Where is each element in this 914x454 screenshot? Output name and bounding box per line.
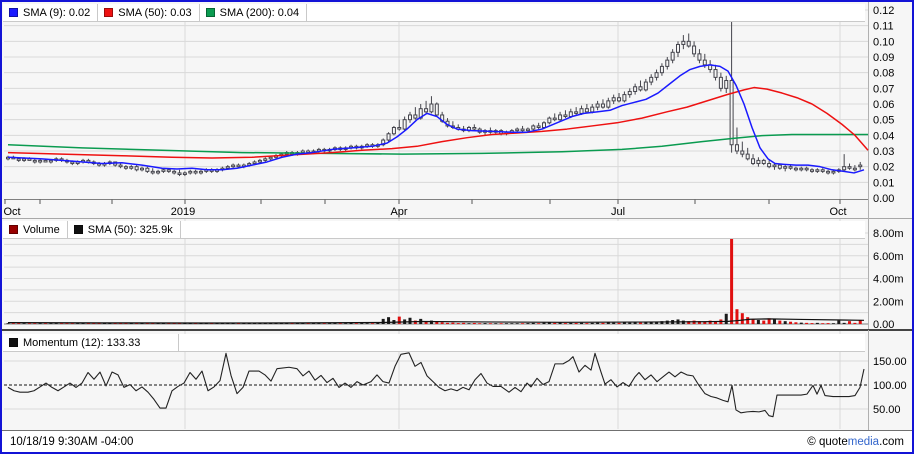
- momentum-legend: Momentum (12): 133.33: [3, 334, 865, 352]
- volume-panel: 0.00 2.00m 4.00m 6.00m 8.00m Volume SMA (50)…: [2, 218, 912, 330]
- svg-text:0.09: 0.09: [873, 52, 894, 64]
- volume-sma-swatch-icon: [74, 225, 83, 234]
- timestamp: 10/18/19 9:30AM -04:00: [10, 436, 133, 448]
- svg-text:0.01: 0.01: [873, 177, 894, 189]
- svg-text:Oct: Oct: [829, 206, 846, 218]
- volume-swatch-icon: [9, 225, 18, 234]
- sma9-label: SMA (9): 0.02: [23, 7, 90, 19]
- legend-sma50: SMA (50): 0.03: [98, 4, 199, 21]
- svg-text:2019: 2019: [171, 206, 195, 218]
- price-legend: SMA (9): 0.02 SMA (50): 0.03 SMA (200): …: [3, 4, 865, 22]
- volume-legend: Volume SMA (50): 325.9k: [3, 221, 865, 239]
- svg-text:100.00: 100.00: [873, 380, 907, 392]
- legend-volume-sma: SMA (50): 325.9k: [68, 221, 181, 238]
- svg-text:0.00: 0.00: [873, 193, 894, 205]
- svg-text:0.12: 0.12: [873, 5, 894, 17]
- price-panel: 0.00 0.01 0.02 0.03 0.04 0.05 0.06 0.07 0.08 0.09…: [2, 2, 912, 218]
- momentum-swatch-icon: [9, 338, 18, 347]
- momentum-label: Momentum (12): 133.33: [23, 337, 140, 349]
- sma200-label: SMA (200): 0.04: [220, 7, 300, 19]
- svg-text:6.00m: 6.00m: [873, 251, 904, 263]
- stock-chart-window: 0.00 0.01 0.02 0.03 0.04 0.05 0.06 0.07 0.08 0.09…: [0, 0, 914, 454]
- sma50-label: SMA (50): 0.03: [118, 7, 191, 19]
- volume-label: Volume: [23, 224, 60, 236]
- svg-text:Jul: Jul: [611, 206, 625, 218]
- svg-text:4.00m: 4.00m: [873, 274, 904, 286]
- svg-text:8.00m: 8.00m: [873, 228, 904, 240]
- momentum-panel: 150.00 100.00 50.00 Momentum (12): 133.33: [2, 330, 912, 430]
- status-bar: 10/18/19 9:30AM -04:00 © quotemedia.com: [2, 430, 912, 452]
- svg-text:0.00: 0.00: [873, 319, 894, 330]
- volume-sma-label: SMA (50): 325.9k: [88, 224, 173, 236]
- sma200-swatch-icon: [206, 8, 215, 17]
- svg-text:150.00: 150.00: [873, 356, 907, 368]
- svg-text:0.10: 0.10: [873, 36, 894, 48]
- svg-text:0.11: 0.11: [873, 21, 894, 33]
- svg-text:0.02: 0.02: [873, 162, 894, 174]
- svg-text:0.03: 0.03: [873, 146, 894, 158]
- legend-volume: Volume: [3, 221, 68, 238]
- quotemedia-credit: © quotemedia.com: [807, 436, 904, 448]
- legend-sma9: SMA (9): 0.02: [3, 4, 98, 21]
- legend-sma200: SMA (200): 0.04: [200, 4, 308, 21]
- sma50-swatch-icon: [104, 8, 113, 17]
- svg-text:0.08: 0.08: [873, 68, 894, 80]
- svg-text:Oct: Oct: [3, 206, 20, 218]
- svg-text:0.05: 0.05: [873, 115, 894, 127]
- legend-momentum: Momentum (12): 133.33: [3, 334, 179, 351]
- svg-text:0.07: 0.07: [873, 83, 894, 95]
- credit-mid: media: [848, 436, 879, 448]
- svg-text:Apr: Apr: [390, 206, 407, 218]
- price-chart[interactable]: 0.00 0.01 0.02 0.03 0.04 0.05 0.06 0.07 0.08 0.09…: [2, 2, 912, 218]
- svg-text:0.04: 0.04: [873, 130, 894, 142]
- svg-text:2.00m: 2.00m: [873, 296, 904, 308]
- svg-text:0.06: 0.06: [873, 99, 894, 111]
- credit-suffix: .com: [879, 436, 904, 448]
- svg-text:50.00: 50.00: [873, 404, 901, 416]
- sma9-swatch-icon: [9, 8, 18, 17]
- credit-prefix: © quote: [807, 436, 847, 448]
